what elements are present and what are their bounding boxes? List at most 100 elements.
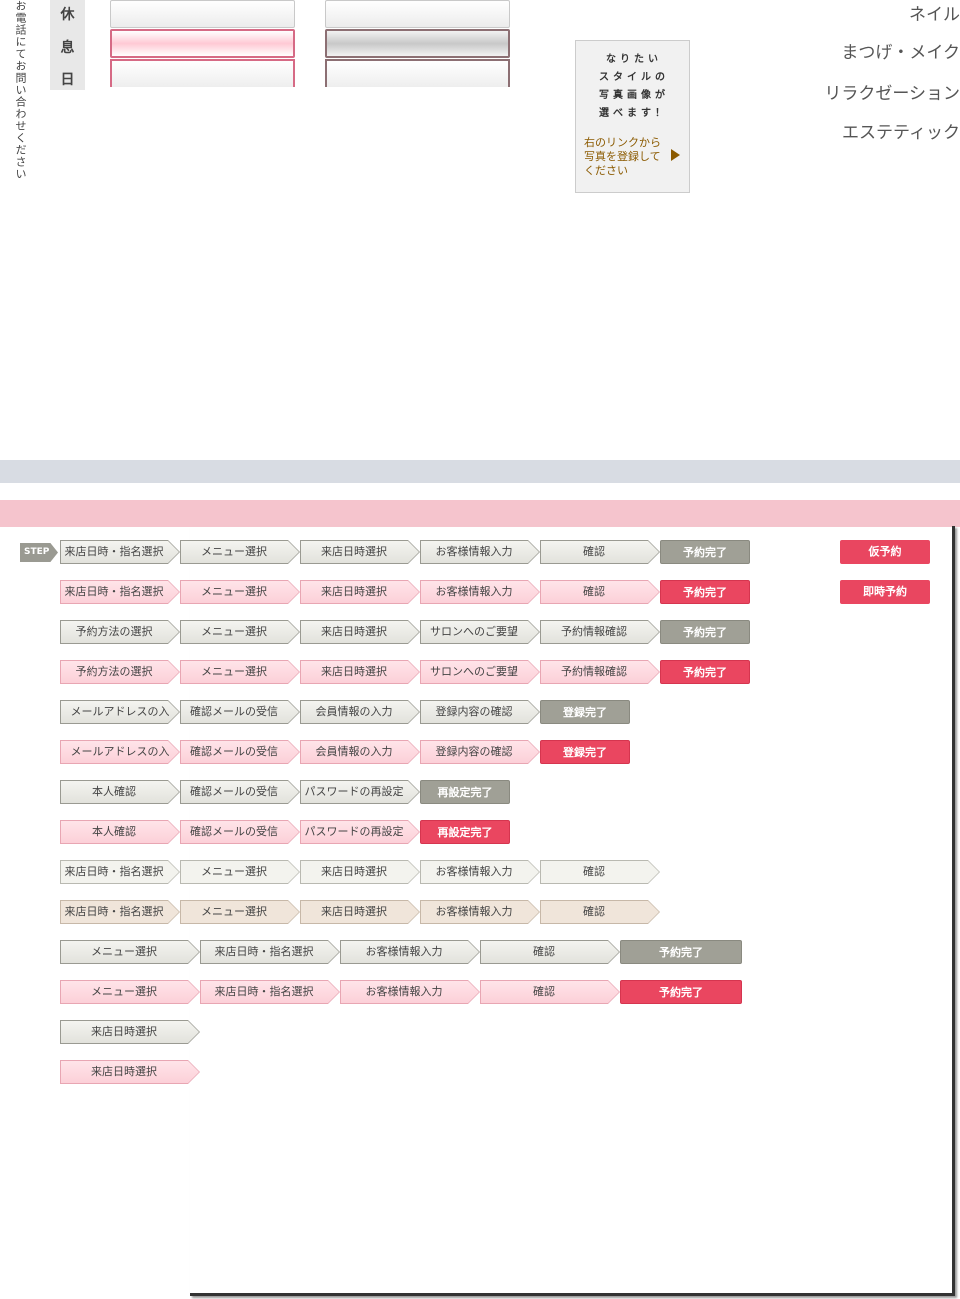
step-item-label: 来店日時・指名選択 [214, 945, 314, 958]
closed-day-char: 日 [60, 72, 75, 88]
step-item: メニュー選択 [180, 900, 300, 924]
step-item-label: 来店日時・指名選択 [64, 545, 164, 558]
step-item: 予約方法の選択 [60, 620, 180, 644]
step-final-badge: 予約完了 [660, 620, 750, 644]
step-item: 登録内容の確認 [420, 700, 540, 724]
step-item: 予約情報確認 [540, 620, 660, 644]
step-final-badge: 再設定完了 [420, 780, 510, 804]
step-item-label: 確認 [533, 985, 555, 998]
step-item-label: お客様情報入力 [435, 545, 513, 558]
step-item-label: 確認 [533, 945, 555, 958]
step-item-label: メニュー選択 [201, 585, 267, 598]
step-item-label: 確認メールの受信 [190, 705, 278, 718]
step-item-label: 来店日時・指名選択 [64, 865, 164, 878]
step-item-label: 予約方法の選択 [75, 625, 153, 638]
step-item: 予約方法の選択 [60, 660, 180, 684]
step-item-label: 確認 [583, 545, 605, 558]
step-item: 来店日時・指名選択 [60, 900, 180, 924]
step-item: サロンへのご要望 [420, 620, 540, 644]
step-item-label: メニュー選択 [201, 865, 267, 878]
step-item: メニュー選択 [180, 580, 300, 604]
category-relaxation[interactable]: リラクゼーション [720, 79, 960, 104]
step-item-label: 確認 [583, 905, 605, 918]
step-item: 登録内容の確認 [420, 740, 540, 764]
register-photo-link[interactable]: 右のリンクから写真を登録してください [584, 136, 670, 178]
step-item: お客様情報入力 [420, 900, 540, 924]
instant-reservation-button[interactable]: 即時予約 [840, 580, 930, 604]
closed-day-char: 息 [60, 40, 75, 56]
step-item-label: メニュー選択 [201, 665, 267, 678]
day-field-gray-border[interactable] [325, 59, 510, 87]
step-item-label: お客様情報入力 [365, 945, 443, 958]
step-item-label: 確認 [583, 865, 605, 878]
step-item-label: パスワードの再設定 [304, 825, 404, 838]
provisional-reservation-button[interactable]: 仮予約 [840, 540, 930, 564]
step-item: 会員情報の入力 [300, 700, 420, 724]
step-item-label: 本人確認 [92, 785, 136, 798]
step-item-label: 確認メールの受信 [190, 785, 278, 798]
step-item: メールアドレスの入力 [60, 700, 180, 724]
step-item: 来店日時選択 [300, 620, 420, 644]
step-item: お客様情報入力 [420, 540, 540, 564]
step-item-label: メールアドレスの入力 [70, 745, 170, 782]
step-item: 来店日時・指名選択 [200, 980, 340, 1004]
gray-divider-band [0, 460, 960, 483]
day-field-white[interactable] [325, 0, 510, 28]
step-final-badge: 予約完了 [620, 980, 742, 1004]
step-item-label: メニュー選択 [201, 545, 267, 558]
step-item-label: 予約情報確認 [561, 625, 627, 638]
step-item: 予約情報確認 [540, 660, 660, 684]
style-photo-heading: なりたい スタイルの 写真画像が 選べます！ [594, 51, 674, 123]
day-field-white[interactable] [110, 0, 295, 28]
step-item: 来店日時選択 [300, 860, 420, 884]
step-item-label: パスワードの再設定 [304, 785, 404, 798]
step-final-badge: 登録完了 [540, 740, 630, 764]
step-item-label: 来店日時選択 [91, 1025, 157, 1038]
day-field-selected-pink[interactable] [110, 29, 295, 58]
step-item: メニュー選択 [60, 980, 200, 1004]
step-item: 確認 [540, 580, 660, 604]
step-item-label: 確認メールの受信 [190, 745, 278, 758]
step-item-label: サロンへのご要望 [430, 625, 518, 638]
step-item: メニュー選択 [180, 860, 300, 884]
day-field-selected-gray[interactable] [325, 29, 510, 58]
step-item-label: メニュー選択 [91, 945, 157, 958]
style-photo-heading-line: 写真画像が [599, 90, 669, 101]
step-item: 本人確認 [60, 780, 180, 804]
step-item-label: お客様情報入力 [435, 585, 513, 598]
category-nail[interactable]: ネイル [720, 0, 960, 25]
step-item: 確認 [540, 900, 660, 924]
step-item: メニュー選択 [60, 940, 200, 964]
style-photo-heading-line: なりたい [606, 54, 662, 65]
step-item-label: メニュー選択 [201, 625, 267, 638]
closed-day-label: 休 息 日 [50, 0, 85, 90]
arrow-right-icon[interactable] [671, 149, 680, 161]
step-item-label: 確認 [583, 585, 605, 598]
step-item: サロンへのご要望 [420, 660, 540, 684]
style-photo-heading-line: 選べます！ [599, 108, 669, 119]
day-field-pink-border[interactable] [110, 59, 295, 87]
step-item: 来店日時選択 [300, 580, 420, 604]
step-item: 来店日時選択 [300, 900, 420, 924]
step-item-label: 来店日時選択 [321, 585, 387, 598]
step-item: お客様情報入力 [340, 940, 480, 964]
closed-day-char: 休 [60, 7, 75, 23]
step-final-badge: 予約完了 [660, 540, 750, 564]
category-eyelash-makeup[interactable]: まつげ・メイク [720, 38, 960, 63]
step-item-label: 確認メールの受信 [190, 825, 278, 838]
step-item: 確認メールの受信 [180, 820, 300, 844]
step-item-label: 来店日時選択 [91, 1065, 157, 1078]
step-item: 来店日時・指名選択 [200, 940, 340, 964]
category-esthetic[interactable]: エステティック [720, 118, 960, 143]
step-item: 来店日時・指名選択 [60, 580, 180, 604]
step-item-label: 来店日時・指名選択 [64, 905, 164, 918]
step-item-label: 本人確認 [92, 825, 136, 838]
step-item-label: お客様情報入力 [435, 865, 513, 878]
phone-inquiry-notice: お電話にてお問い合わせください [14, 0, 27, 180]
step-item: 来店日時選択 [60, 1060, 200, 1084]
step-item-label: 来店日時選択 [321, 625, 387, 638]
step-item: 会員情報の入力 [300, 740, 420, 764]
step-item: パスワードの再設定 [300, 820, 420, 844]
style-photo-heading-line: スタイルの [599, 72, 669, 83]
step-item-label: 登録内容の確認 [435, 705, 513, 718]
